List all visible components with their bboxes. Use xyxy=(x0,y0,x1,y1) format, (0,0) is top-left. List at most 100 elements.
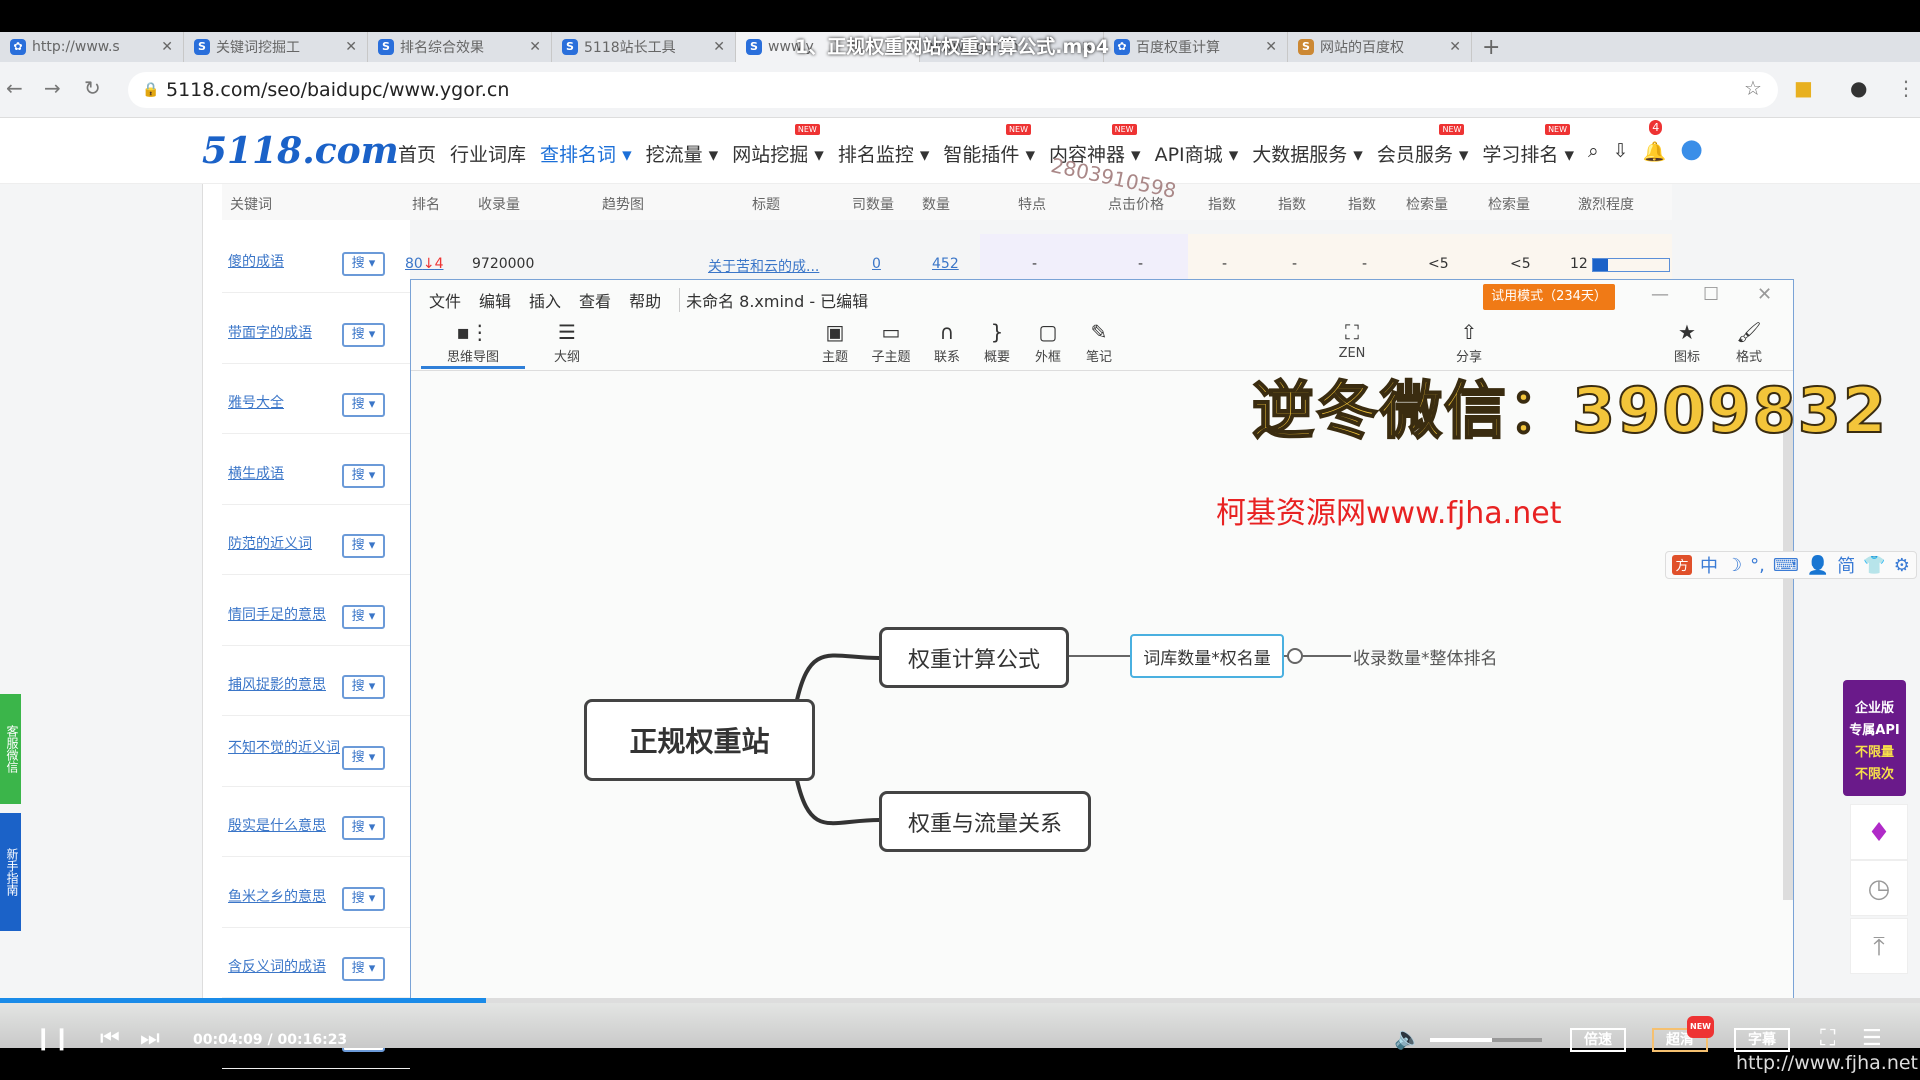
ime-logo-icon[interactable]: 方 xyxy=(1672,555,1692,575)
previous-icon[interactable]: ⏮ xyxy=(100,1026,120,1051)
pause-icon[interactable]: ❙❙ xyxy=(34,1026,71,1051)
count-link[interactable]: 0 xyxy=(872,256,881,272)
title-link[interactable]: 关于苦和云的成... xyxy=(708,256,819,276)
nav-api[interactable]: API商城 ▾ xyxy=(1155,140,1239,167)
playlist-icon[interactable]: ☰ xyxy=(1862,1026,1882,1051)
count-link[interactable]: 452 xyxy=(932,256,959,272)
rank-value[interactable]: 80↓4 xyxy=(405,256,443,272)
search-dropdown-button[interactable]: 搜 ▾ xyxy=(342,957,385,981)
keyword-link[interactable]: 防范的近义词 xyxy=(228,536,346,553)
search-dropdown-button[interactable]: 搜 ▾ xyxy=(342,463,385,488)
punctuation-icon[interactable]: °, xyxy=(1750,555,1765,576)
search-dropdown-button[interactable]: 搜 ▾ xyxy=(342,604,385,629)
nav-membership[interactable]: 会员服务 ▾ NEW xyxy=(1377,124,1468,167)
extension-icon[interactable]: ■ xyxy=(1794,76,1813,100)
site-logo[interactable]: 5118.com xyxy=(202,130,399,172)
browser-tab[interactable]: ✿ http://www.s ✕ xyxy=(0,32,184,62)
speed-button[interactable]: 倍速 xyxy=(1570,1028,1626,1052)
browser-tab[interactable]: ✿ 百度权重计算 ✕ xyxy=(1104,32,1288,62)
keyword-link[interactable]: 鱼米之乡的意思 xyxy=(228,889,346,906)
collapse-toggle-icon[interactable] xyxy=(1287,648,1303,664)
nav-rank-words[interactable]: 查排名词 ▾ xyxy=(540,140,632,167)
nav-traffic[interactable]: 挖流量 ▾ xyxy=(646,140,719,167)
new-tab-button[interactable]: + xyxy=(1472,32,1522,62)
search-dropdown-button[interactable]: 搜 ▾ xyxy=(342,393,385,417)
search-dropdown-button[interactable]: 搜 ▾ xyxy=(342,675,385,699)
tab-favicon-icon: ✿ xyxy=(10,39,26,55)
nav-site-mining[interactable]: 网站挖掘 ▾ NEW xyxy=(732,124,824,167)
forward-icon[interactable]: → xyxy=(44,76,61,100)
quality-button[interactable]: 超清 NEW xyxy=(1652,1016,1714,1052)
browser-tab[interactable]: S 排名综合效果 ✕ xyxy=(368,32,552,62)
keyword-link[interactable]: 含反义词的成语 xyxy=(228,959,346,976)
row-divider xyxy=(222,644,410,646)
search-dropdown-button[interactable]: 搜 ▾ xyxy=(342,534,385,558)
search-dropdown-button[interactable]: 搜 ▾ xyxy=(342,745,385,770)
close-tab-icon[interactable]: ✕ xyxy=(713,39,725,55)
ime-simplified-toggle[interactable]: 简 xyxy=(1837,552,1855,578)
keyboard-icon[interactable]: ⌨ xyxy=(1773,555,1799,576)
search-dropdown-button[interactable]: 搜 ▾ xyxy=(342,816,385,840)
search-dropdown-button[interactable]: 搜 ▾ xyxy=(342,886,385,911)
close-tab-icon[interactable]: ✕ xyxy=(345,39,357,55)
keyword-link[interactable]: 傻的成语 xyxy=(228,254,346,271)
volume-icon[interactable]: 🔈 xyxy=(1394,1026,1421,1051)
subtitle-button[interactable]: 字幕 xyxy=(1734,1028,1790,1052)
api-ad[interactable]: 企业版 专属API 不限量 不限次 xyxy=(1843,680,1906,796)
clock-icon[interactable]: ◷ xyxy=(1850,860,1908,916)
close-tab-icon[interactable]: ✕ xyxy=(161,39,173,55)
bell-icon[interactable]: 🔔 4 xyxy=(1643,120,1666,167)
menu-icon[interactable]: ⋮ xyxy=(1896,76,1916,100)
user-icon[interactable]: 👤 xyxy=(1807,555,1829,576)
nav-rank-monitor[interactable]: 排名监控 ▾ xyxy=(838,140,930,167)
central-topic[interactable]: 正规权重站 xyxy=(584,699,815,781)
skin-icon[interactable]: 👕 xyxy=(1863,555,1885,576)
indexed-count: 9720000 xyxy=(472,256,535,272)
search-icon[interactable]: ⌕ xyxy=(1588,140,1599,167)
browser-tab[interactable]: S 网站的百度权 ✕ xyxy=(1288,32,1472,62)
back-to-top-icon[interactable]: ⤒ xyxy=(1850,918,1908,974)
nav-home[interactable]: 首页 xyxy=(398,140,436,167)
keyword-link[interactable]: 横生成语 xyxy=(228,466,346,483)
tab-favicon-icon: S xyxy=(1298,39,1314,55)
profile-icon[interactable]: ● xyxy=(1850,76,1867,100)
keyword-link[interactable]: 殷实是什么意思 xyxy=(228,818,346,835)
close-tab-icon[interactable]: ✕ xyxy=(1449,39,1461,55)
gear-icon[interactable]: ⚙ xyxy=(1894,555,1910,576)
keyword-link[interactable]: 不知不觉的近义词 xyxy=(228,740,346,757)
keyword-link[interactable]: 带面字的成语 xyxy=(228,325,346,342)
next-icon[interactable]: ⏭ xyxy=(140,1026,160,1051)
download-icon[interactable]: ⇩ xyxy=(1613,140,1629,167)
topic-formula[interactable]: 权重计算公式 xyxy=(879,627,1069,688)
time-display: 00:04:09 / 00:16:23 xyxy=(193,1032,348,1048)
reload-icon[interactable]: ↻ xyxy=(84,76,101,100)
volume-slider[interactable] xyxy=(1430,1038,1542,1042)
browser-tab[interactable]: S 关键词挖掘工 ✕ xyxy=(184,32,368,62)
back-icon[interactable]: ← xyxy=(6,76,23,100)
nav-bigdata[interactable]: 大数据服务 ▾ xyxy=(1252,140,1363,167)
nav-learn[interactable]: 学习排名 ▾ NEW xyxy=(1482,124,1574,167)
topic-relation[interactable]: 权重与流量关系 xyxy=(879,791,1091,852)
avatar[interactable]: ● xyxy=(1680,134,1703,167)
search-dropdown-button[interactable]: 搜 ▾ xyxy=(342,252,385,276)
beginner-guide-tab[interactable]: 新手指南 xyxy=(0,813,21,931)
diamond-icon[interactable]: ♦ xyxy=(1850,804,1908,860)
keyword-link[interactable]: 雅号大全 xyxy=(228,395,346,412)
nav-plugins[interactable]: 智能插件 ▾ NEW xyxy=(943,124,1035,167)
browser-tab[interactable]: S 5118站长工具 ✕ xyxy=(552,32,736,62)
ime-lang-toggle[interactable]: 中 xyxy=(1700,552,1718,578)
customer-service-tab[interactable]: 客服微信 xyxy=(0,694,21,804)
subtopic-formula-a[interactable]: 词库数量*权名量 xyxy=(1130,634,1284,678)
search-dropdown-button[interactable]: 搜 ▾ xyxy=(342,322,385,347)
keyword-link[interactable]: 情同手足的意思 xyxy=(228,607,346,624)
close-tab-icon[interactable]: ✕ xyxy=(1265,39,1277,55)
keyword-link[interactable]: 捕风捉影的意思 xyxy=(228,677,346,694)
nav-industry[interactable]: 行业词库 xyxy=(450,140,526,167)
subtopic-formula-b[interactable]: 收录数量*整体排名 xyxy=(1353,644,1498,669)
url-input[interactable]: 🔒 5118.com/seo/baidupc/www.ygor.cn xyxy=(128,72,1778,108)
exit-fullscreen-icon[interactable]: ⛶ xyxy=(1820,1026,1835,1051)
progress-bar[interactable] xyxy=(0,998,1920,1003)
bookmark-star-icon[interactable]: ☆ xyxy=(1744,76,1762,100)
close-tab-icon[interactable]: ✕ xyxy=(529,39,541,55)
moon-icon[interactable]: ☽ xyxy=(1726,555,1742,576)
